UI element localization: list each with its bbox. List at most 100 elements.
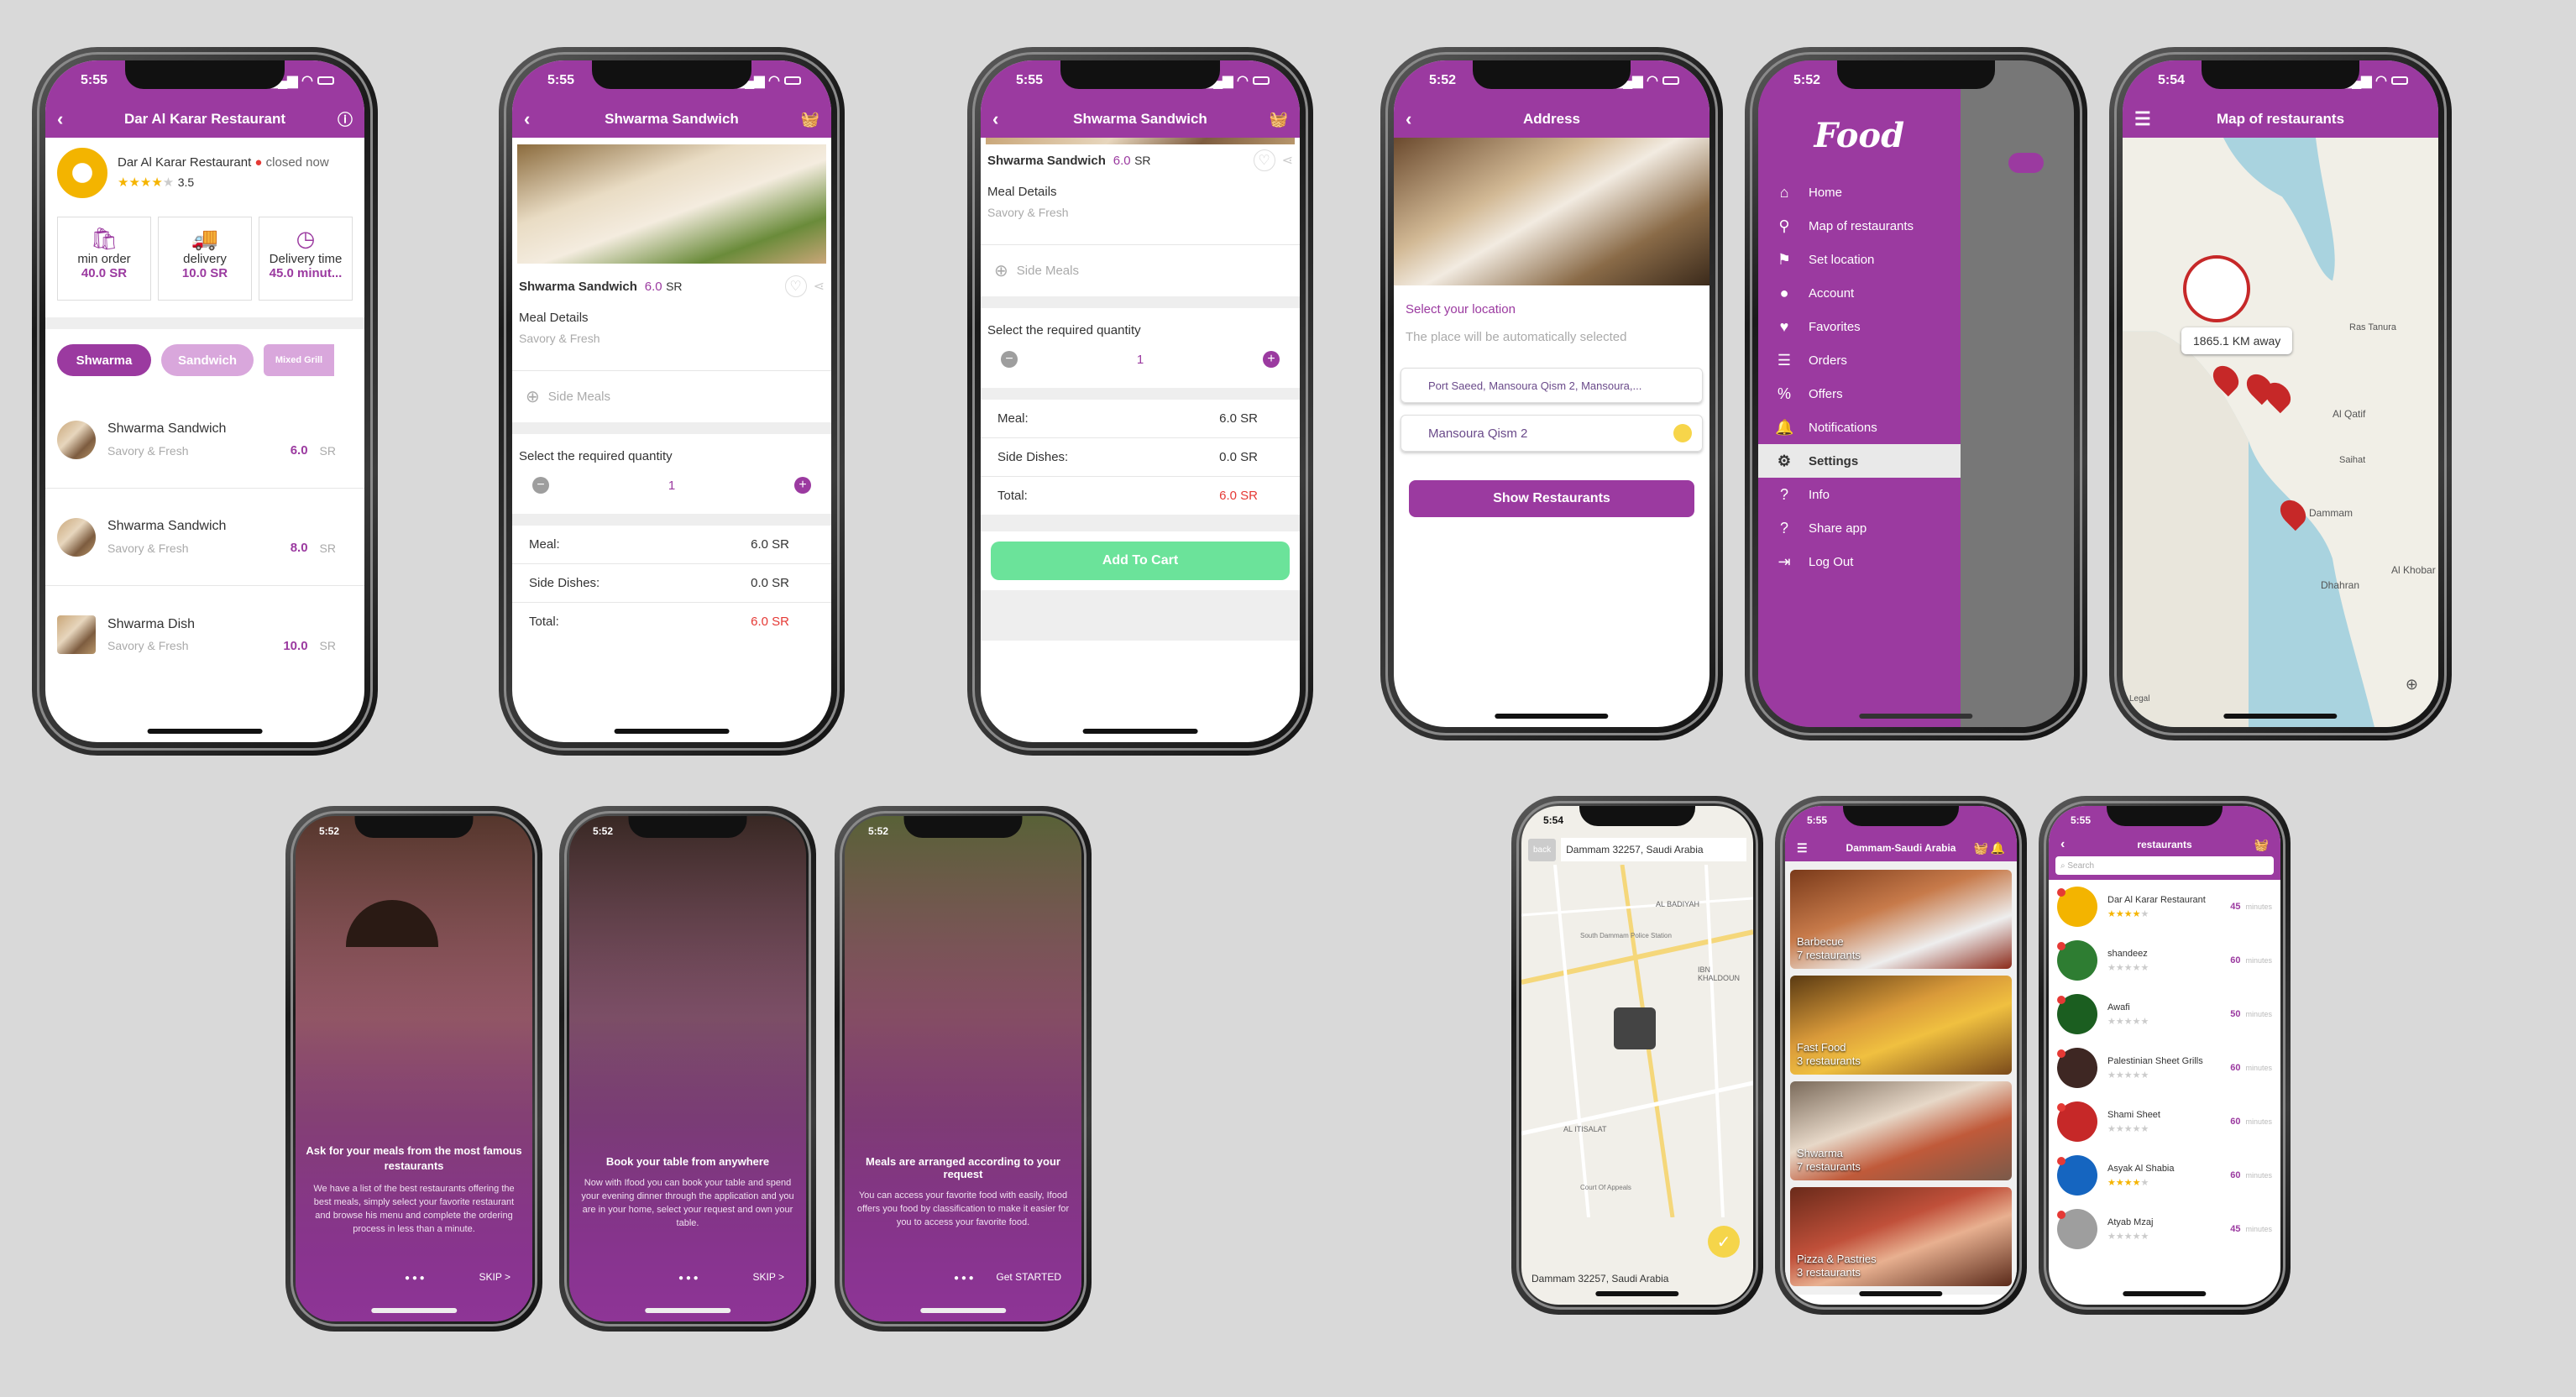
- cart-icon[interactable]: 🧺: [801, 111, 819, 128]
- menu-orders[interactable]: ☰ Orders: [1758, 343, 1961, 377]
- menu-label: Notifications: [1809, 420, 1877, 435]
- menu-map[interactable]: ⚲ Map of restaurants: [1758, 209, 1961, 243]
- legal-link[interactable]: Legal: [2129, 694, 2149, 704]
- side-meals-option[interactable]: ⊕ Side Meals: [512, 371, 831, 422]
- selected-address: Dammam 32257, Saudi Arabia: [1531, 1273, 1669, 1285]
- skip-button[interactable]: SKIP >: [753, 1271, 784, 1283]
- meal-currency: SR: [666, 280, 683, 293]
- cart-icon[interactable]: 🧺: [2254, 838, 2269, 852]
- category-card[interactable]: Pizza & Pastries 3 restaurants: [1790, 1187, 2012, 1286]
- menu-label: Set location: [1809, 252, 1875, 267]
- menu-set-location[interactable]: ⚑ Set location: [1758, 243, 1961, 276]
- restaurant-row[interactable]: Shami Sheet ★★★★★ 60 minutes: [2049, 1095, 2280, 1148]
- status-time: 5:52: [1793, 73, 1821, 87]
- heart-icon[interactable]: ♡: [1253, 149, 1275, 171]
- menu-favorites[interactable]: ♥ Favorites: [1758, 310, 1961, 343]
- back-icon[interactable]: ‹: [992, 108, 998, 130]
- item-currency: SR: [319, 541, 336, 555]
- confirm-location-button[interactable]: ✓: [1708, 1226, 1740, 1258]
- back-icon[interactable]: ‹: [57, 108, 63, 130]
- address-field[interactable]: Port Saeed, Mansoura Qism 2, Mansoura,..…: [1401, 368, 1703, 403]
- place-label: South Dammam Police Station: [1580, 932, 1672, 939]
- item-currency: SR: [319, 443, 336, 458]
- restaurant-row[interactable]: Palestinian Sheet Grills ★★★★★ 60 minutes: [2049, 1041, 2280, 1095]
- list-item[interactable]: Shwarma Sandwich Savory & Fresh 6.0 SR: [45, 391, 364, 489]
- minus-button[interactable]: −: [532, 477, 549, 494]
- area-field[interactable]: Mansoura Qism 2: [1401, 415, 1703, 452]
- loading-spinner: [1614, 1007, 1656, 1049]
- category-card[interactable]: Shwarma 7 restaurants: [1790, 1081, 2012, 1180]
- skip-button[interactable]: SKIP >: [479, 1271, 510, 1283]
- bell-icon[interactable]: 🔔: [1991, 841, 2005, 855]
- add-to-cart-button[interactable]: Add To Cart: [991, 542, 1290, 580]
- tab-sandwich[interactable]: Sandwich: [161, 344, 254, 376]
- plus-button[interactable]: +: [1263, 351, 1280, 368]
- hamburger-icon[interactable]: ☰: [1797, 841, 1808, 855]
- search-input[interactable]: ⌕ Search: [2055, 856, 2274, 875]
- cart-icon[interactable]: 🧺: [1270, 111, 1288, 128]
- status-time: 5:52: [319, 825, 340, 837]
- share-icon[interactable]: ⋖: [1282, 152, 1293, 169]
- back-icon[interactable]: ‹: [1406, 108, 1411, 130]
- menu-info[interactable]: ? Info: [1758, 478, 1961, 511]
- category-count: 3 restaurants: [1797, 1266, 1861, 1279]
- menu-offers[interactable]: % Offers: [1758, 377, 1961, 411]
- restaurant-row[interactable]: Atyab Mzaj ★★★★★ 45 minutes: [2049, 1202, 2280, 1256]
- menu-account[interactable]: ● Account: [1758, 276, 1961, 310]
- phone-map: 5:54 ▂▄▆ ◠ ☰ Map of restaurants 1865.1 KM …: [2109, 47, 2452, 740]
- place-label: Saihat: [2339, 455, 2366, 465]
- heart-icon[interactable]: ♡: [784, 275, 807, 297]
- restaurant-row[interactable]: Asyak Al Shabia ★★★★★ 60 minutes: [2049, 1148, 2280, 1202]
- category-card[interactable]: Barbecue 7 restaurants: [1790, 870, 2012, 969]
- menu-logout[interactable]: ⇥ Log Out: [1758, 545, 1961, 578]
- settings-toggle[interactable]: [2008, 153, 2044, 173]
- category-card[interactable]: Fast Food 3 restaurants: [1790, 976, 2012, 1075]
- back-button[interactable]: back: [1528, 838, 1557, 861]
- menu-label: Map of restaurants: [1809, 218, 1914, 233]
- stat-label: min order: [77, 252, 131, 266]
- minus-button[interactable]: −: [1001, 351, 1018, 368]
- phone-address: 5:52 ▂▄▆ ◠ ‹ Address Select your location …: [1380, 47, 1723, 740]
- total-label: Total:: [529, 615, 559, 629]
- food-thumb: [57, 517, 96, 557]
- menu-label: Log Out: [1809, 554, 1854, 569]
- locate-icon[interactable]: [1673, 424, 1692, 442]
- plus-button[interactable]: +: [794, 477, 811, 494]
- meal-details-heading: Meal Details: [519, 311, 589, 325]
- map-view[interactable]: 1865.1 KM away Al Qatif Dammam Dhahran A…: [2123, 138, 2438, 727]
- restaurant-row[interactable]: shandeez ★★★★★ 60 minutes: [2049, 934, 2280, 987]
- restaurant-row[interactable]: Dar Al Karar Restaurant ★★★★★ 45 minutes: [2049, 880, 2280, 934]
- info-icon[interactable]: ⓘ: [338, 108, 353, 130]
- quantity-label: Select the required quantity: [519, 449, 673, 463]
- get-started-button[interactable]: Get STARTED: [996, 1271, 1061, 1283]
- hamburger-icon[interactable]: ☰: [2134, 108, 2151, 130]
- area-value: Mansoura Qism 2: [1428, 426, 1528, 441]
- back-icon[interactable]: ‹: [2060, 837, 2065, 852]
- menu-notifications[interactable]: 🔔 Notifications: [1758, 411, 1961, 444]
- quantity-stepper: − 1 +: [512, 472, 831, 499]
- place-label: Ras Tanura: [2349, 322, 2397, 332]
- onboarding-title: Book your table from anywhere: [605, 1155, 770, 1168]
- menu-share[interactable]: ? Share app: [1758, 511, 1961, 545]
- show-restaurants-button[interactable]: Show Restaurants: [1409, 480, 1694, 517]
- list-item[interactable]: Shwarma Sandwich Savory & Fresh 8.0 SR: [45, 489, 364, 586]
- total-label: Total:: [997, 489, 1028, 503]
- list-item[interactable]: Shwarma Dish Savory & Fresh 10.0 SR: [45, 586, 364, 683]
- cart-icon[interactable]: 🧺: [1974, 841, 1988, 855]
- menu-home[interactable]: ⌂ Home: [1758, 175, 1961, 209]
- rating-stars: ★★★★★: [2107, 908, 2149, 919]
- restaurant-callout-logo[interactable]: [2183, 255, 2250, 322]
- restaurant-row[interactable]: Awafi ★★★★★ 50 minutes: [2049, 987, 2280, 1041]
- status-time: 5:52: [868, 825, 889, 837]
- tab-mixed-grill[interactable]: Mixed Grill: [264, 344, 334, 376]
- menu-settings[interactable]: ⚙ Settings: [1758, 444, 1961, 478]
- side-meals-option[interactable]: ⊕ Side Meals: [981, 245, 1300, 296]
- status-time: 5:52: [1429, 73, 1457, 87]
- share-icon[interactable]: ⋖: [814, 278, 825, 295]
- time-unit: minutes: [2245, 956, 2272, 965]
- back-icon[interactable]: ‹: [524, 108, 530, 130]
- tab-shwarma[interactable]: Shwarma: [57, 344, 151, 376]
- street-map[interactable]: [1521, 865, 1753, 1217]
- my-location-icon[interactable]: ⊕: [2406, 676, 2418, 693]
- search-address[interactable]: Dammam 32257, Saudi Arabia: [1561, 838, 1746, 861]
